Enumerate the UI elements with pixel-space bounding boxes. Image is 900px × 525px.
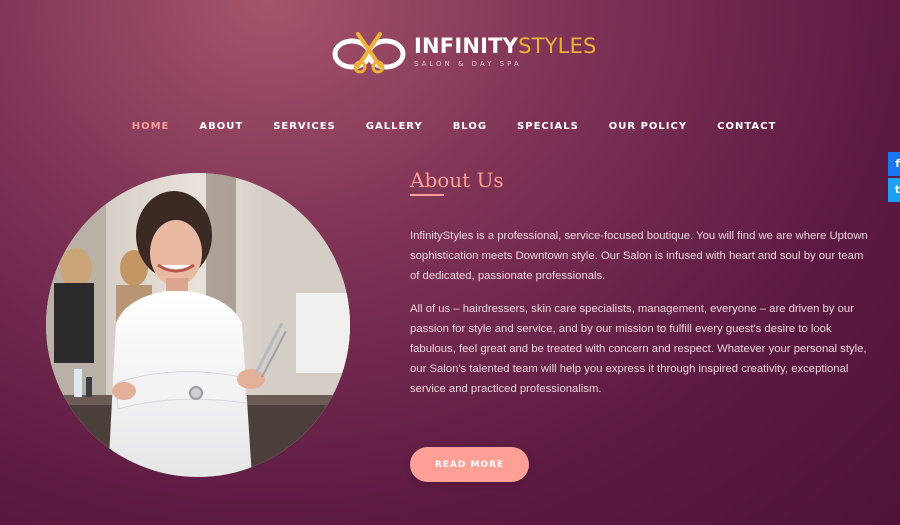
- about-paragraph-2: All of us – hairdressers, skin care spec…: [410, 302, 867, 396]
- nav-item-about[interactable]: ABOUT: [199, 117, 243, 137]
- infinity-scissors-logo-icon: [330, 30, 408, 74]
- stylist-photo: [46, 173, 350, 477]
- brand-primary: INFINITY: [414, 34, 519, 58]
- brand-name: INFINITY STYLES: [414, 36, 597, 57]
- nav-item-gallery[interactable]: GALLERY: [366, 117, 423, 137]
- nav-item-contact[interactable]: CONTACT: [717, 117, 776, 137]
- logo-text: INFINITY STYLES SALON & DAY SPA: [414, 36, 597, 68]
- about-title-text: About Us: [410, 168, 504, 192]
- brand-tagline: SALON & DAY SPA: [414, 60, 522, 68]
- facebook-icon: f: [895, 157, 900, 170]
- nav-item-specials[interactable]: SPECIALS: [517, 117, 579, 137]
- read-more-button[interactable]: READ MORE: [410, 447, 529, 482]
- nav-item-our-policy[interactable]: OUR POLICY: [609, 117, 687, 137]
- nav-item-home[interactable]: HOME: [132, 117, 170, 137]
- twitter-button[interactable]: t: [888, 178, 900, 202]
- about-title: About Us: [410, 168, 504, 196]
- brand-secondary: STYLES: [518, 34, 597, 58]
- about-paragraph-1: InfinityStyles is a professional, servic…: [410, 230, 868, 283]
- facebook-button[interactable]: f: [888, 152, 900, 176]
- twitter-icon: t: [894, 183, 900, 196]
- about-section: About Us InfinityStyles is a professiona…: [410, 168, 870, 412]
- title-underline: [410, 194, 444, 196]
- main-nav: HOME ABOUT SERVICES GALLERY BLOG SPECIAL…: [0, 117, 900, 137]
- nav-item-services[interactable]: SERVICES: [273, 117, 336, 137]
- social-share-bar: f t: [888, 152, 900, 204]
- site-logo[interactable]: INFINITY STYLES SALON & DAY SPA: [330, 30, 596, 74]
- nav-item-blog[interactable]: BLOG: [453, 117, 487, 137]
